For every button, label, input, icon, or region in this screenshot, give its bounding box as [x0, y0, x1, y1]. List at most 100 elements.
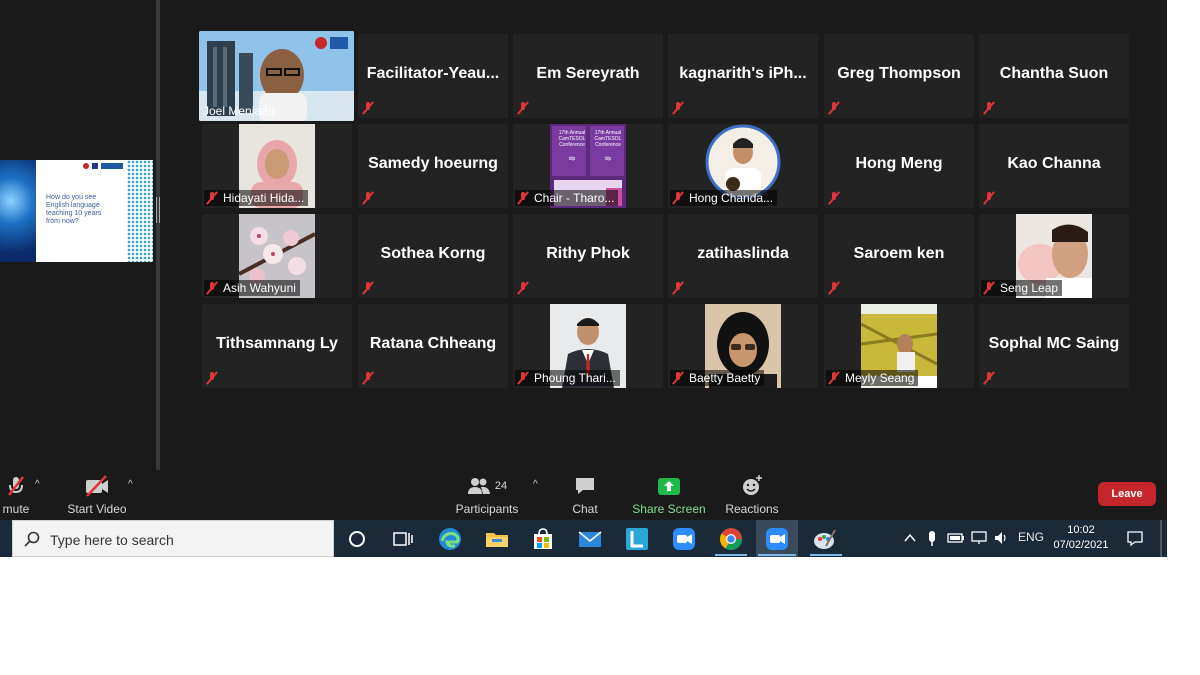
- input-language-indicator[interactable]: ENG: [1018, 530, 1044, 544]
- unmute-button[interactable]: mute: [0, 474, 38, 516]
- participant-name: Hong Chanda...: [689, 191, 774, 205]
- chat-label: Chat: [572, 502, 598, 516]
- start-video-button[interactable]: Start Video: [64, 474, 130, 516]
- share-screen-button[interactable]: Share Screen: [632, 474, 706, 516]
- cortana-icon[interactable]: [344, 526, 370, 552]
- tile-asih-wahyuni[interactable]: Asih Wahyuni: [202, 214, 352, 298]
- tile-greg-thompson[interactable]: Greg Thompson: [824, 34, 974, 118]
- participant-display-name: zatihaslinda: [697, 245, 789, 262]
- nameplate: [826, 190, 849, 206]
- mic-muted-icon: [362, 191, 374, 205]
- participant-name: Phoung Thari...: [534, 371, 616, 385]
- nameplate: [670, 280, 693, 296]
- tile-seng-leap[interactable]: Seng Leap: [979, 214, 1129, 298]
- tile-sothea-korng[interactable]: Sothea Korng: [358, 214, 508, 298]
- action-center-notification-icon[interactable]: [1126, 529, 1144, 547]
- tile-samedy[interactable]: Samedy hoeurng: [358, 124, 508, 208]
- nameplate: Phoung Thari...: [515, 370, 620, 386]
- clock-time: 10:02: [1067, 524, 1095, 536]
- pane-resize-grip[interactable]: [156, 197, 160, 223]
- participant-display-name: Samedy hoeurng: [368, 155, 498, 172]
- mic-muted-icon: [983, 191, 995, 205]
- mic-muted-icon: [362, 371, 374, 385]
- participants-button[interactable]: 24 Participants: [452, 474, 522, 516]
- speaker-volume-icon[interactable]: [993, 530, 1009, 546]
- audio-options-caret-icon[interactable]: ^: [35, 479, 40, 490]
- tile-ratana-chheang[interactable]: Ratana Chheang: [358, 304, 508, 388]
- poster-brand: idp: [568, 156, 576, 162]
- shared-screen-pane: How do you see English language teaching…: [0, 0, 156, 470]
- tile-joel-meniado[interactable]: Joel Meniado: [199, 31, 354, 121]
- reactions-button[interactable]: Reactions: [722, 474, 782, 516]
- mic-muted-icon: [828, 371, 840, 385]
- tile-hong-meng[interactable]: Hong Meng: [824, 124, 974, 208]
- tile-chair-tharo[interactable]: 17th Annual CamTESOL Conference idp 17th…: [513, 124, 663, 208]
- tile-facilitator[interactable]: Facilitator-Yeau...: [358, 34, 508, 118]
- poster-line: Conference: [595, 142, 621, 148]
- mic-muted-icon: [517, 371, 529, 385]
- tile-kao-channa[interactable]: Kao Channa: [979, 124, 1129, 208]
- nameplate: [360, 280, 383, 296]
- tile-phoung-thari[interactable]: Phoung Thari...: [513, 304, 663, 388]
- nameplate: [981, 100, 1004, 116]
- tile-chantha-suon[interactable]: Chantha Suon: [979, 34, 1129, 118]
- shared-screen-thumbnail[interactable]: How do you see English language teaching…: [0, 160, 153, 262]
- microsoft-store-icon[interactable]: [530, 526, 556, 552]
- taskbar-clock[interactable]: 10:02 07/02/2021: [1050, 523, 1112, 553]
- edge-browser-icon[interactable]: [437, 526, 463, 552]
- participant-display-name: Em Sereyrath: [536, 65, 640, 82]
- pane-divider[interactable]: [156, 0, 160, 470]
- microphone-tray-icon[interactable]: [926, 530, 938, 548]
- app-l-icon[interactable]: [624, 526, 650, 552]
- slide-question-text: How do you see English language teaching…: [46, 194, 102, 225]
- search-icon: [24, 531, 40, 547]
- video-options-caret-icon[interactable]: ^: [128, 479, 133, 490]
- tile-tithsamnang-ly[interactable]: Tithsamnang Ly: [202, 304, 352, 388]
- show-hidden-icons-chevron-icon[interactable]: [903, 532, 917, 544]
- nameplate: [515, 100, 538, 116]
- taskbar-search-box[interactable]: Type here to search: [12, 520, 334, 557]
- participant-name: Meyly Seang: [845, 371, 915, 385]
- tile-zatihaslinda[interactable]: zatihaslinda: [668, 214, 818, 298]
- network-icon[interactable]: [970, 530, 988, 546]
- mail-icon[interactable]: [577, 526, 603, 552]
- windows-taskbar: Type here to search ENG 10:02 07/02/2021: [0, 520, 1167, 557]
- tile-kagnarith[interactable]: kagnarith's iPh...: [668, 34, 818, 118]
- chrome-icon[interactable]: [718, 526, 744, 552]
- zoom-meeting-icon[interactable]: [764, 526, 790, 552]
- chat-bubble-icon: [576, 478, 594, 494]
- participants-options-caret-icon[interactable]: ^: [533, 479, 538, 490]
- tile-meyly-seang[interactable]: Meyly Seang: [824, 304, 974, 388]
- task-view-icon[interactable]: [390, 526, 416, 552]
- file-explorer-icon[interactable]: [484, 526, 510, 552]
- chat-button[interactable]: Chat: [563, 474, 607, 516]
- tile-saroem-ken[interactable]: Saroem ken: [824, 214, 974, 298]
- mic-muted-icon: [828, 281, 840, 295]
- paint-app-icon[interactable]: [812, 526, 838, 552]
- tile-sophal-mc-saing[interactable]: Sophal MC Saing: [979, 304, 1129, 388]
- participant-name: Asih Wahyuni: [223, 281, 296, 295]
- poster-text-right: 17th Annual CamTESOL Conference idp: [593, 130, 623, 162]
- zoom-app-icon[interactable]: [671, 526, 697, 552]
- nameplate: Hidayati Hida...: [204, 190, 309, 206]
- nameplate: [826, 100, 849, 116]
- tile-rithy-phok[interactable]: Rithy Phok: [513, 214, 663, 298]
- battery-icon[interactable]: [947, 530, 965, 546]
- mic-muted-icon: [672, 371, 684, 385]
- participants-label: Participants: [455, 502, 519, 516]
- slide-dot-pattern: [127, 160, 153, 262]
- zoom-running-indicator: [758, 554, 796, 556]
- leave-meeting-button[interactable]: Leave: [1098, 482, 1156, 506]
- tile-hidayati[interactable]: Hidayati Hida...: [202, 124, 352, 208]
- tile-baetty-baetty[interactable]: Baetty Baetty: [668, 304, 818, 388]
- tile-em-sereyrath[interactable]: Em Sereyrath: [513, 34, 663, 118]
- tile-hong-chanda[interactable]: Hong Chanda...: [668, 124, 818, 208]
- participant-display-name: Sothea Korng: [380, 245, 486, 262]
- mic-muted-icon: [517, 191, 529, 205]
- participant-display-name: Ratana Chheang: [369, 335, 497, 352]
- unmute-label: mute: [2, 502, 30, 516]
- show-desktop-strip[interactable]: [1160, 520, 1162, 557]
- zoom-meeting-window: How do you see English language teaching…: [0, 0, 1167, 520]
- nameplate: [360, 370, 383, 386]
- poster-line: Conference: [559, 142, 585, 148]
